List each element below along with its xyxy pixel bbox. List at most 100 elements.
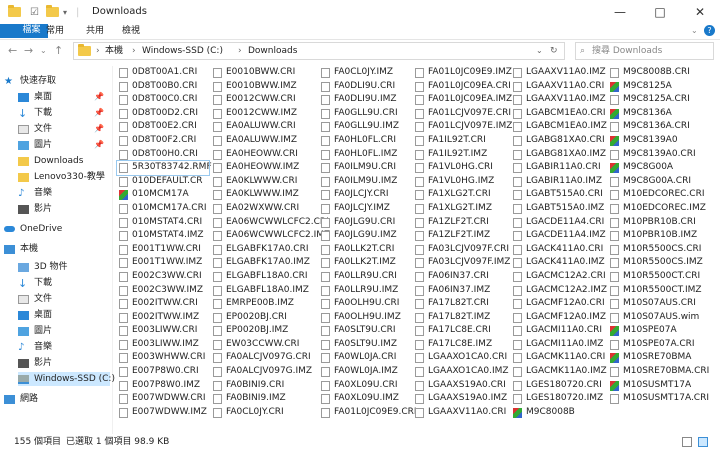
file-item[interactable]: M10R5500CT.CRI bbox=[608, 270, 708, 284]
file-item[interactable]: M10PBR10B.IMZ bbox=[608, 229, 708, 243]
tab-file[interactable]: 檔案 bbox=[0, 24, 48, 38]
file-item[interactable]: 5R30T83742.RMF bbox=[116, 160, 212, 176]
file-item[interactable]: M9C8139A0.CRI bbox=[608, 148, 708, 162]
tab-share[interactable]: 共用 bbox=[84, 24, 106, 39]
file-item[interactable]: LGACDE11A4.IMZ bbox=[511, 229, 606, 243]
breadcrumb-drive[interactable]: Windows-SSD (C:) bbox=[142, 43, 223, 59]
file-item[interactable]: LGACDE11A4.CRI bbox=[511, 216, 606, 230]
file-item[interactable]: FA0WL0JA.IMZ bbox=[319, 365, 411, 379]
search-input[interactable]: ⌕ 搜尋 Downloads bbox=[575, 42, 714, 60]
file-item[interactable]: 0D8T00E2.CRI bbox=[117, 120, 209, 134]
file-item[interactable]: FA0LLR9U.CRI bbox=[319, 270, 411, 284]
file-item[interactable]: FA1XLG2T.CRI bbox=[413, 188, 509, 202]
details-view-icon[interactable] bbox=[682, 437, 692, 447]
file-item[interactable]: E003WHWW.CRI bbox=[117, 351, 209, 365]
file-item[interactable]: LGABIR11A0.CRI bbox=[511, 161, 606, 175]
minimize-button[interactable]: — bbox=[600, 0, 640, 24]
file-item[interactable]: FA17LC8E.CRI bbox=[413, 324, 509, 338]
file-item[interactable]: 0D8T00F2.CRI bbox=[117, 134, 209, 148]
file-item[interactable]: M10SPE07A bbox=[608, 324, 708, 338]
sidebar-item-pc-music[interactable]: ♪ 音樂 bbox=[18, 340, 110, 354]
sidebar-item-lenovo[interactable]: Lenovo330-教學 bbox=[18, 170, 110, 184]
file-item[interactable]: E001T1WW.IMZ bbox=[117, 256, 209, 270]
sidebar-item-downloads-folder[interactable]: Downloads bbox=[18, 154, 110, 168]
file-item[interactable]: FA1IL92T.CRI bbox=[413, 134, 509, 148]
file-item[interactable]: FA0SLT9U.CRI bbox=[319, 324, 411, 338]
properties-icon[interactable]: ☑ bbox=[30, 5, 39, 19]
recent-locations-icon[interactable]: ⌄ bbox=[40, 46, 47, 55]
file-item[interactable]: FA01L0JC09EA.IMZ bbox=[413, 93, 512, 107]
file-item[interactable]: M10S07AUS.CRI bbox=[608, 297, 708, 311]
breadcrumb-downloads[interactable]: Downloads bbox=[248, 43, 297, 59]
file-item[interactable]: LGACMC12A2.IMZ bbox=[511, 284, 607, 298]
sidebar-item-desktop[interactable]: 桌面 📌 bbox=[18, 90, 110, 104]
file-item[interactable]: M10S07AUS.wim bbox=[608, 311, 708, 325]
file-item[interactable]: FA0OLH9U.CRI bbox=[319, 297, 411, 311]
file-item[interactable]: EA0HEOWW.CRI bbox=[211, 148, 317, 162]
large-icons-view-icon[interactable] bbox=[698, 437, 708, 447]
this-pc[interactable]: 本機 bbox=[4, 242, 110, 256]
file-item[interactable]: E002C3WW.IMZ bbox=[117, 284, 209, 298]
refresh-icon[interactable]: ↻ bbox=[550, 43, 558, 59]
file-item[interactable]: E003LIWW.IMZ bbox=[117, 338, 209, 352]
file-item[interactable]: EA0KLWWW.CRI bbox=[211, 175, 317, 189]
file-item[interactable]: M9C8G00A.CRI bbox=[608, 175, 708, 189]
back-arrow-icon[interactable]: ← bbox=[8, 44, 17, 57]
file-item[interactable]: LGACMK11A0.CRI bbox=[511, 351, 606, 365]
file-item[interactable]: FA0ILM9U.IMZ bbox=[319, 175, 411, 189]
file-item[interactable]: LGABIR11A0.IMZ bbox=[511, 175, 606, 189]
sidebar-item-pc-pictures[interactable]: 圖片 bbox=[18, 324, 110, 338]
file-item[interactable]: LGABT515A0.CRI bbox=[511, 188, 606, 202]
file-item[interactable]: M10R5500CT.IMZ bbox=[608, 284, 708, 298]
sidebar-item-drive-c[interactable]: Windows-SSD (C:) bbox=[18, 372, 115, 386]
file-item[interactable]: E0012CWW.IMZ bbox=[211, 107, 317, 121]
new-folder-icon[interactable] bbox=[46, 5, 59, 19]
file-item[interactable]: LGAAXO1CA0.CRI bbox=[413, 351, 509, 365]
file-item[interactable]: M10SPE07A.CRI bbox=[608, 338, 708, 352]
file-item[interactable]: FA0ILM9U.CRI bbox=[319, 161, 411, 175]
file-item[interactable]: LGACK411A0.IMZ bbox=[511, 256, 606, 270]
file-item[interactable]: FA0ALCJV097G.IMZ bbox=[211, 365, 317, 379]
file-item[interactable]: FA01L0JC09E9.CRI bbox=[319, 406, 417, 420]
file-item[interactable]: FA01L0JC09E9.IMZ bbox=[413, 66, 512, 80]
forward-arrow-icon[interactable]: → bbox=[24, 44, 33, 57]
file-item[interactable]: E002ITWW.IMZ bbox=[117, 311, 209, 325]
file-item[interactable]: FA06IN37.IMZ bbox=[413, 284, 509, 298]
file-item[interactable]: LGACMC12A2.CRI bbox=[511, 270, 606, 284]
file-item[interactable]: LGAAXV11A0.CRI bbox=[511, 80, 606, 94]
file-item[interactable]: EA0HEOWW.IMZ bbox=[211, 161, 317, 175]
file-item[interactable]: 010MSTAT4.IMZ bbox=[117, 229, 209, 243]
file-item[interactable]: ELGABFK17A0.CRI bbox=[211, 243, 317, 257]
file-item[interactable]: 010DEFAULT.CR bbox=[117, 175, 209, 189]
file-item[interactable]: FA0HL0FL.CRI bbox=[319, 134, 411, 148]
file-item[interactable]: FA17L82T.CRI bbox=[413, 297, 509, 311]
file-item[interactable]: FA0LLK2T.CRI bbox=[319, 243, 411, 257]
file-item[interactable]: LGABCM1EA0.IMZ bbox=[511, 120, 607, 134]
expand-ribbon-icon[interactable]: ⌄ bbox=[691, 26, 698, 35]
file-item[interactable]: M10EDCOREC.CRI bbox=[608, 188, 708, 202]
file-item[interactable]: M10EDCOREC.IMZ bbox=[608, 202, 708, 216]
file-item[interactable]: FA1ZLF2T.IMZ bbox=[413, 229, 509, 243]
file-item[interactable]: FA0DLI9U.CRI bbox=[319, 80, 411, 94]
file-item[interactable]: LGAAXV11A0.IMZ bbox=[511, 66, 606, 80]
file-item[interactable]: M10SUSMT17A bbox=[608, 379, 708, 393]
file-item[interactable]: FA06IN37.CRI bbox=[413, 270, 509, 284]
file-item[interactable]: LGACK411A0.CRI bbox=[511, 243, 606, 257]
file-item[interactable]: FA01LCJV097E.CRI bbox=[413, 107, 511, 121]
file-item[interactable]: M9C8136A bbox=[608, 107, 708, 121]
file-item[interactable]: LGABT515A0.IMZ bbox=[511, 202, 606, 216]
pin-icon[interactable]: 📌 bbox=[94, 122, 104, 136]
file-item[interactable]: FA1VL0HG.CRI bbox=[413, 161, 509, 175]
file-item[interactable]: E007P8W0.CRI bbox=[117, 365, 209, 379]
file-item[interactable]: E007WDWW.CRI bbox=[117, 392, 209, 406]
close-button[interactable]: ✕ bbox=[680, 0, 720, 24]
file-item[interactable]: LGABCM1EA0.CRI bbox=[511, 107, 606, 121]
file-item[interactable]: FA01L0JC09EA.CRI bbox=[413, 80, 511, 94]
file-item[interactable]: E0010BWW.CRI bbox=[211, 66, 317, 80]
sidebar-item-3d-objects[interactable]: 3D 物件 bbox=[18, 260, 110, 274]
file-item[interactable]: FA01LCJV097E.IMZ bbox=[413, 120, 512, 134]
file-item[interactable]: FA0JLG9U.CRI bbox=[319, 216, 411, 230]
file-item[interactable]: LGABG81XA0.IMZ bbox=[511, 148, 606, 162]
file-item[interactable]: E007P8W0.IMZ bbox=[117, 379, 209, 393]
file-item[interactable]: FA0BINI9.IMZ bbox=[211, 392, 317, 406]
